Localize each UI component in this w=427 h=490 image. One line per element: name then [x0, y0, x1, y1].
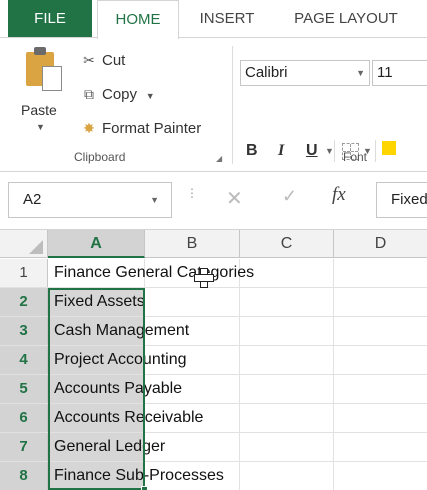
cell-d7[interactable] [334, 433, 427, 461]
chevron-down-icon[interactable]: ▼ [325, 146, 334, 156]
tab-insert[interactable]: INSERT [186, 0, 268, 38]
dialog-launcher-icon[interactable]: ◢ [216, 154, 222, 163]
cell-c4[interactable] [240, 346, 334, 374]
cell-value: Accounts Receivable [54, 409, 204, 426]
row-header[interactable]: 3 [0, 317, 48, 345]
cell-c2[interactable] [240, 288, 334, 316]
table-row: 2 Fixed Assets [0, 288, 427, 317]
chevron-down-icon[interactable]: ▼ [150, 183, 159, 217]
worksheet-grid[interactable]: A B C D 1 Finance General Categories 2 Fixe… [0, 230, 427, 490]
row-header[interactable]: 5 [0, 375, 48, 403]
underline-button[interactable]: U [306, 142, 318, 160]
bold-button[interactable]: B [246, 142, 258, 160]
paste-page-icon [42, 66, 62, 91]
row-header[interactable]: 7 [0, 433, 48, 461]
cell-value: Project Accounting [54, 351, 187, 368]
cut-label: Cut [102, 52, 126, 69]
chevron-down-icon[interactable]: ▼ [141, 84, 159, 108]
format-painter-label: Format Painter [102, 120, 202, 137]
move-cursor-icon [194, 268, 214, 288]
font-group-label: Font [343, 150, 368, 164]
table-row: 4 Project Accounting [0, 346, 427, 375]
cell-c7[interactable] [240, 433, 334, 461]
table-row: 3 Cash Management [0, 317, 427, 346]
divider [375, 140, 376, 162]
row-header[interactable]: 2 [0, 288, 48, 316]
cut-button[interactable]: ✂ Cut [80, 48, 125, 72]
cell-d2[interactable] [334, 288, 427, 316]
insert-function-icon[interactable]: fx [332, 184, 346, 206]
cell-c3[interactable] [240, 317, 334, 345]
tab-file[interactable]: FILE [8, 0, 92, 38]
fill-color-icon[interactable] [382, 141, 396, 155]
tab-home[interactable]: HOME [97, 0, 179, 39]
cell-c8[interactable] [240, 462, 334, 490]
cell-value: General Ledger [54, 438, 166, 455]
cell-value: Finance Sub-Processes [54, 467, 224, 484]
column-header-c[interactable]: C [240, 230, 334, 258]
fill-handle[interactable] [141, 486, 148, 490]
cancel-icon[interactable]: ✕ [226, 186, 243, 211]
copy-icon: ⧉ [84, 86, 94, 102]
format-painter-button[interactable]: ✸ Format Painter [80, 116, 201, 140]
cell-d5[interactable] [334, 375, 427, 403]
cell-c5[interactable] [240, 375, 334, 403]
row-header[interactable]: 4 [0, 346, 48, 374]
cell-d4[interactable] [334, 346, 427, 374]
select-all-icon[interactable] [0, 230, 48, 258]
cut-icon: ✂ [83, 52, 95, 68]
font-size-select[interactable]: 11 [372, 60, 427, 86]
enter-icon[interactable]: ✓ [282, 186, 297, 207]
column-header-row: A B C D [0, 230, 427, 258]
table-row: 8 Finance Sub-Processes [0, 462, 427, 490]
tab-page-layout[interactable]: PAGE LAYOUT [276, 0, 416, 38]
cell-d6[interactable] [334, 404, 427, 432]
cell-d8[interactable] [334, 462, 427, 490]
row-header[interactable]: 6 [0, 404, 48, 432]
name-box[interactable]: A2 ▼ [8, 182, 172, 218]
font-size-value: 11 [377, 64, 393, 81]
format-painter-icon: ✸ [83, 120, 95, 136]
table-row: 5 Accounts Payable [0, 375, 427, 404]
table-row: 7 General Ledger [0, 433, 427, 462]
column-header-d[interactable]: D [334, 230, 427, 258]
more-icon: ⋮ [186, 186, 198, 200]
cell-value: Finance General Categories [54, 264, 255, 281]
clipboard-group-label: Clipboard [74, 150, 126, 164]
copy-label: Copy [102, 86, 138, 103]
chevron-down-icon: ▼ [356, 68, 365, 78]
formula-input[interactable]: Fixed Assets [376, 182, 427, 218]
paste-label: Paste [21, 102, 57, 118]
cell-d1[interactable] [334, 259, 427, 287]
formula-bar: A2 ▼ ⋮ ✕ ✓ fx Fixed Assets [0, 172, 427, 230]
chevron-down-icon[interactable]: ▼ [36, 122, 45, 132]
paste-button[interactable]: Paste ▼ [14, 44, 70, 144]
cell-value: Cash Management [54, 322, 190, 339]
divider [334, 140, 335, 162]
ribbon-tab-bar: FILE HOME INSERT PAGE LAYOUT [0, 0, 427, 39]
cell-value: Fixed Assets [54, 293, 145, 310]
italic-button[interactable]: I [278, 142, 284, 160]
font-name-select[interactable]: Calibri ▼ [240, 60, 370, 86]
name-box-value: A2 [23, 191, 42, 208]
cell-b2[interactable] [145, 288, 240, 316]
ribbon-home: Paste ▼ ✂ Cut ⧉ Copy ▼ ✸ Format Painter Cli… [0, 37, 427, 172]
copy-button[interactable]: ⧉ Copy ▼ [80, 82, 163, 106]
row-header[interactable]: 1 [0, 259, 48, 287]
group-divider [232, 46, 233, 164]
table-row: 6 Accounts Receivable [0, 404, 427, 433]
cell-d3[interactable] [334, 317, 427, 345]
column-header-a[interactable]: A [48, 230, 145, 258]
column-header-b[interactable]: B [145, 230, 240, 258]
row-header[interactable]: 8 [0, 462, 48, 490]
cell-c6[interactable] [240, 404, 334, 432]
font-name-value: Calibri [245, 64, 288, 81]
cell-value: Accounts Payable [54, 380, 183, 397]
